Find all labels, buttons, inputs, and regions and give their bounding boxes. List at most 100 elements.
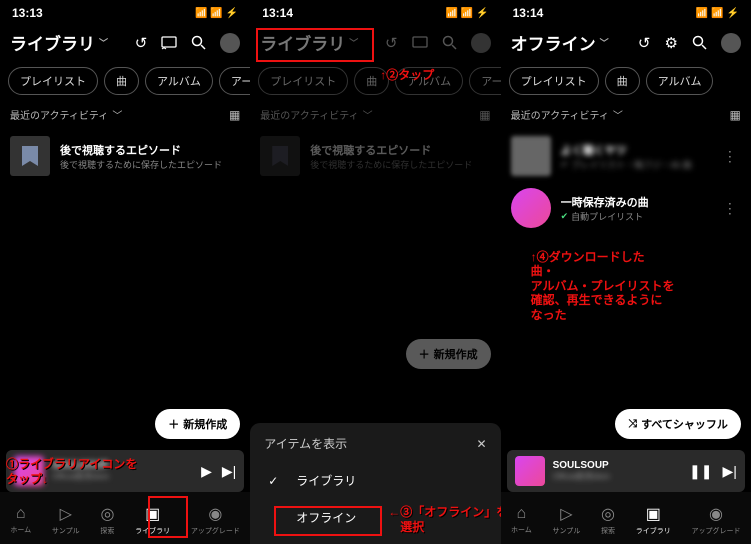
section-header[interactable]: 最近のアクティビティ ﹀ ▦: [250, 99, 500, 130]
page-title[interactable]: オフライン﹀: [511, 30, 609, 55]
play-icon[interactable]: ▶: [201, 463, 212, 480]
tab-bar: ⌂ホーム ▷サンプル ◎探索 ▣ライブラリ ◉アップグレード: [0, 492, 250, 544]
next-icon[interactable]: ▶|: [222, 463, 236, 480]
clock: 13:13: [12, 6, 43, 20]
upgrade-icon: ◉: [709, 504, 723, 524]
grid-view-icon[interactable]: ▦: [229, 108, 240, 122]
check-badge-icon: ✔: [561, 159, 569, 170]
header: ライブラリ﹀ ↺: [0, 22, 250, 63]
chevron-down-icon: ﹀: [112, 107, 122, 122]
chip-artist[interactable]: アーティス: [219, 67, 250, 95]
annotation-2: ↑②タップ: [380, 68, 434, 82]
search-icon[interactable]: [191, 35, 206, 50]
plus-icon: ＋: [168, 416, 179, 432]
chip-song[interactable]: 曲: [104, 67, 139, 95]
chevron-down-icon: ﹀: [99, 36, 108, 49]
now-playing-controls: ▶ ▶|: [201, 463, 236, 480]
search-icon[interactable]: [442, 35, 457, 50]
chip-song[interactable]: 曲: [605, 67, 640, 95]
gear-icon[interactable]: ⚙: [664, 34, 677, 52]
status-bar: 13:14 📶 📶 ⚡: [250, 0, 500, 22]
search-icon[interactable]: [692, 35, 707, 50]
list-item[interactable]: よく聴くヤツ ✔プレイリスト・梅フジ・46 曲 ⋮: [501, 130, 751, 182]
more-icon[interactable]: ⋮: [719, 148, 741, 165]
highlight-box-1: [148, 496, 188, 538]
tab-sample[interactable]: ▷サンプル: [552, 504, 580, 536]
highlight-box-3: [274, 506, 382, 536]
tab-bar: ⌂ホーム ▷サンプル ◎探索 ▣ライブラリ ◉アップグレード: [501, 492, 751, 544]
tab-upgrade[interactable]: ◉アップグレード: [191, 504, 240, 536]
status-indicators: 📶 📶 ⚡: [195, 8, 238, 19]
now-playing-controls: ❚❚ ▶|: [689, 463, 737, 480]
status-indicators: 📶 📶 ⚡: [445, 8, 488, 19]
next-icon[interactable]: ▶|: [722, 463, 736, 480]
chevron-down-icon: ﹀: [613, 107, 623, 122]
more-icon[interactable]: ⋮: [719, 200, 741, 217]
filter-chips: プレイリスト 曲 アルバム: [501, 63, 751, 99]
clock: 13:14: [262, 6, 293, 20]
now-playing-text: SOULSOUP Official髭男dism: [553, 460, 681, 482]
item-text: 後で視聴するエピソード 後で視聴するために保存したエピソード: [310, 142, 490, 171]
chip-album[interactable]: アルバム: [145, 67, 213, 95]
tab-upgrade[interactable]: ◉アップグレード: [691, 504, 740, 536]
new-button[interactable]: ＋新規作成: [406, 339, 491, 369]
sheet-option-library[interactable]: ✓ ライブラリ: [250, 462, 500, 499]
cast-icon[interactable]: [412, 36, 428, 50]
status-bar: 13:13 📶 📶 ⚡: [0, 0, 250, 22]
header: オフライン﹀ ↺ ⚙: [501, 22, 751, 63]
status-bar: 13:14 📶 📶 ⚡: [501, 0, 751, 22]
compass-icon: ◎: [601, 504, 615, 524]
chip-playlist[interactable]: プレイリスト: [8, 67, 98, 95]
list-item[interactable]: 後で視聴するエピソード 後で視聴するために保存したエピソード: [250, 130, 500, 182]
history-icon[interactable]: ↺: [638, 34, 651, 52]
sheet-header: アイテムを表示 ✕: [250, 435, 500, 462]
history-icon[interactable]: ↺: [385, 34, 398, 52]
shuffle-icon: ⤨: [628, 418, 637, 431]
grid-view-icon[interactable]: ▦: [730, 108, 741, 122]
filter-chips: プレイリスト 曲 アルバム アーティス: [0, 63, 250, 99]
tab-library[interactable]: ▣ライブラリ: [636, 504, 671, 536]
plus-icon: ＋: [419, 346, 430, 362]
chip-playlist[interactable]: プレイリスト: [258, 67, 348, 95]
screen-3: 13:14 📶 📶 ⚡ オフライン﹀ ↺ ⚙ プレイリスト 曲 アルバム 最近の…: [501, 0, 751, 544]
header-icons: ↺: [385, 33, 491, 53]
close-icon[interactable]: ✕: [477, 437, 487, 451]
tab-explore[interactable]: ◎探索: [100, 504, 114, 536]
bookmark-icon: [10, 136, 50, 176]
item-text: 後で視聴するエピソード 後で視聴するために保存したエピソード: [60, 142, 240, 171]
header-icons: ↺: [135, 33, 241, 53]
sample-icon: ▷: [60, 504, 72, 524]
chip-playlist[interactable]: プレイリスト: [509, 67, 599, 95]
home-icon: ⌂: [16, 505, 26, 523]
screen-1: 13:13 📶 📶 ⚡ ライブラリ﹀ ↺ プレイリスト 曲 アルバム アーティス…: [0, 0, 250, 544]
upgrade-icon: ◉: [208, 504, 222, 524]
sample-icon: ▷: [560, 504, 572, 524]
section-header[interactable]: 最近のアクティビティ ﹀ ▦: [0, 99, 250, 130]
chip-album[interactable]: アルバム: [646, 67, 714, 95]
avatar[interactable]: [721, 33, 741, 53]
annotation-1: ①ライブラリアイコンを タップ↓: [6, 457, 137, 486]
avatar[interactable]: [471, 33, 491, 53]
page-title[interactable]: ライブラリ﹀: [10, 30, 108, 55]
avatar[interactable]: [220, 33, 240, 53]
bookmark-icon: [260, 136, 300, 176]
compass-icon: ◎: [100, 504, 114, 524]
cast-icon[interactable]: [161, 36, 177, 50]
list-item[interactable]: 後で視聴するエピソード 後で視聴するために保存したエピソード: [0, 130, 250, 182]
tab-explore[interactable]: ◎探索: [601, 504, 615, 536]
new-button[interactable]: ＋新規作成: [155, 409, 240, 439]
pause-icon[interactable]: ❚❚: [689, 463, 712, 480]
annotation-3: ←③「オフライン」を 選択: [388, 505, 500, 534]
tab-sample[interactable]: ▷サンプル: [52, 504, 80, 536]
check-badge-icon: ✔: [561, 211, 569, 222]
library-icon: ▣: [646, 504, 661, 524]
shuffle-all-button[interactable]: ⤨すべてシャッフル: [615, 409, 741, 439]
tab-home[interactable]: ⌂ホーム: [10, 505, 31, 535]
history-icon[interactable]: ↺: [135, 34, 148, 52]
chip-artist[interactable]: アーティス: [469, 67, 500, 95]
tab-home[interactable]: ⌂ホーム: [511, 505, 532, 535]
grid-view-icon[interactable]: ▦: [479, 108, 490, 122]
section-header[interactable]: 最近のアクティビティ ﹀ ▦: [501, 99, 751, 130]
now-playing-bar[interactable]: SOULSOUP Official髭男dism ❚❚ ▶|: [507, 450, 745, 492]
list-item[interactable]: 一時保存済みの曲 ✔自動プレイリスト ⋮: [501, 182, 751, 234]
